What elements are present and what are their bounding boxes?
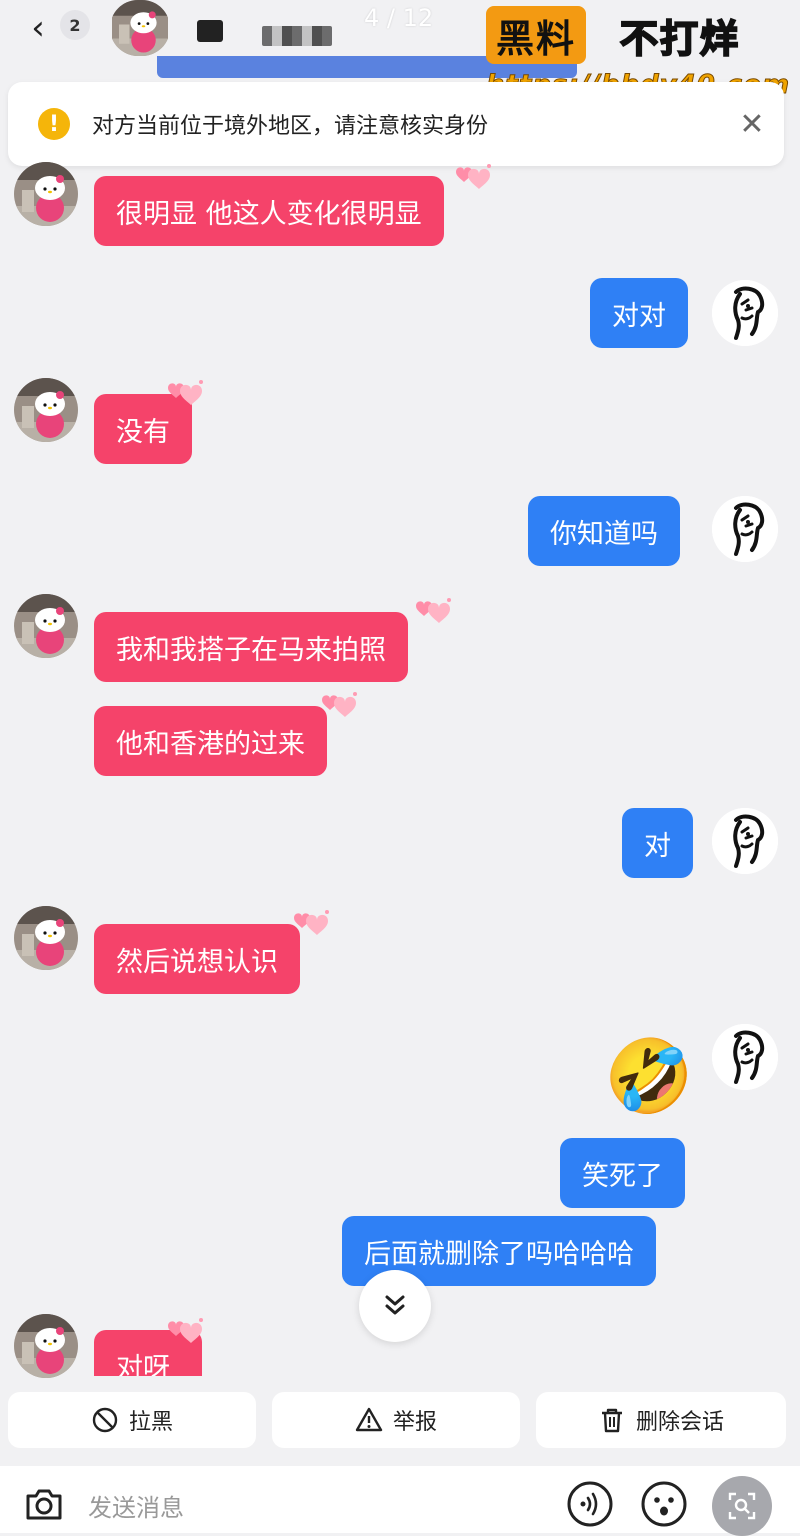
lens-search-icon (728, 1492, 756, 1520)
back-button[interactable]: ‹ (18, 8, 58, 48)
unread-count-badge: 2 (60, 10, 90, 40)
hearts-icon (164, 1316, 206, 1350)
hearts-icon (318, 690, 360, 724)
hearts-icon (412, 596, 454, 630)
message-text: 你知道吗 (550, 518, 658, 550)
delete-conversation-button[interactable]: 删除会话 (536, 1392, 786, 1448)
message-text: 然后说想认识 (116, 946, 278, 978)
emoji-face-icon[interactable] (640, 1480, 688, 1528)
message-text: 他和香港的过来 (116, 728, 305, 760)
warning-circle-icon: ! (38, 108, 70, 140)
my-avatar[interactable] (712, 808, 778, 874)
message-text: 没有 (116, 416, 170, 448)
contact-avatar-small[interactable] (14, 162, 78, 226)
contact-avatar-small[interactable] (14, 378, 78, 442)
incoming-message[interactable]: 然后说想认识 (94, 924, 300, 994)
message-text: 对 (644, 830, 671, 862)
outgoing-message[interactable]: 对 (622, 808, 693, 878)
contact-name-censored-block (197, 20, 223, 42)
watermark-logo-box: 黑料 (486, 6, 587, 64)
hearts-icon (164, 378, 206, 412)
message-text: 我和我搭子在马来拍照 (116, 634, 386, 666)
report-label: 举报 (392, 1410, 437, 1435)
watermark-logo-tail: 不打烊 (619, 16, 741, 62)
hearts-icon (290, 908, 332, 942)
contact-avatar[interactable] (110, 0, 170, 56)
message-text: 后面就删除了吗哈哈哈 (364, 1238, 634, 1270)
incoming-message[interactable]: 我和我搭子在马来拍照 (94, 612, 408, 682)
incoming-message[interactable]: 很明显 他这人变化很明显 (94, 176, 444, 246)
outgoing-message[interactable]: 你知道吗 (528, 496, 680, 566)
my-avatar[interactable] (712, 496, 778, 562)
message-text: 笑死了 (582, 1160, 663, 1192)
message-text: 对对 (612, 300, 666, 332)
chevron-left-icon: ‹ (31, 8, 45, 48)
my-avatar[interactable] (712, 280, 778, 346)
image-pager: 4 / 12 (364, 4, 434, 32)
contact-name-censored-mosaic (262, 26, 332, 46)
camera-icon[interactable] (22, 1482, 66, 1526)
notice-text: 对方当前位于境外地区，请注意核实身份 (92, 114, 489, 139)
outgoing-message[interactable]: 笑死了 (560, 1138, 685, 1208)
report-button[interactable]: 举报 (272, 1392, 520, 1448)
warning-triangle-icon (355, 1407, 383, 1432)
outgoing-message[interactable]: 对对 (590, 278, 688, 348)
contact-avatar-small[interactable] (14, 906, 78, 970)
double-chevron-down-icon (385, 1295, 405, 1315)
block-icon (92, 1407, 118, 1433)
my-avatar[interactable] (712, 1024, 778, 1090)
emoji-message[interactable]: 🤣 (604, 1034, 694, 1118)
incoming-message[interactable]: 他和香港的过来 (94, 706, 327, 776)
lens-search-button[interactable] (712, 1476, 772, 1536)
close-icon[interactable]: ✕ (736, 104, 768, 144)
message-text: 很明显 他这人变化很明显 (116, 198, 422, 230)
scroll-to-bottom-button[interactable] (359, 1270, 431, 1342)
message-input[interactable]: 发送消息 (88, 1488, 184, 1523)
region-warning-notice: ! 对方当前位于境外地区，请注意核实身份 ✕ (8, 82, 784, 166)
block-button[interactable]: 拉黑 (8, 1392, 256, 1448)
contact-avatar-small[interactable] (14, 1314, 78, 1378)
hearts-icon (452, 162, 494, 196)
voice-icon[interactable] (566, 1480, 614, 1528)
message-text: 对呀 (116, 1352, 170, 1377)
contact-avatar-small[interactable] (14, 594, 78, 658)
block-label: 拉黑 (128, 1410, 173, 1435)
delete-conversation-label: 删除会话 (635, 1410, 724, 1435)
trash-icon (601, 1408, 622, 1433)
